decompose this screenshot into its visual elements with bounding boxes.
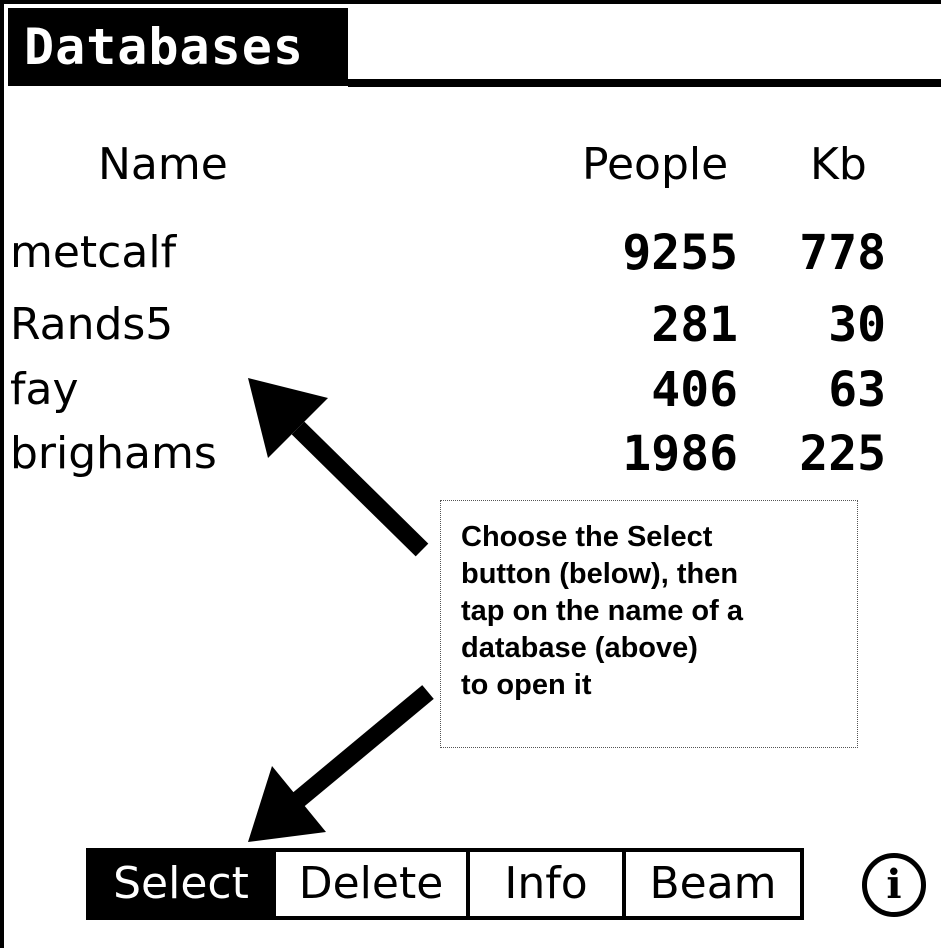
select-button[interactable]: Select <box>86 848 276 920</box>
column-header-name: Name <box>98 139 228 190</box>
database-row[interactable]: fay 406 63 <box>10 362 910 418</box>
database-row[interactable]: Rands5 281 30 <box>10 297 910 353</box>
callout-line: tap on the name of a <box>461 595 743 627</box>
info-button[interactable]: Info <box>466 848 626 920</box>
callout-line: button (below), then <box>461 558 739 590</box>
callout-line: Choose the Select <box>461 521 713 553</box>
database-people-count: 9255 <box>622 225 738 281</box>
delete-button[interactable]: Delete <box>272 848 470 920</box>
database-name[interactable]: fay <box>10 362 79 418</box>
callout-line: database (above) <box>461 632 698 664</box>
database-people-count: 1986 <box>622 426 738 482</box>
button-bar: Select Delete Info Beam <box>86 848 804 920</box>
info-circle-icon[interactable]: i <box>862 853 926 917</box>
database-size-kb: 225 <box>799 426 886 482</box>
title-rule <box>348 79 941 87</box>
database-row[interactable]: brighams 1986 225 <box>10 426 910 482</box>
column-header-people: People <box>582 139 729 190</box>
window-title: Databases <box>8 8 348 86</box>
database-row[interactable]: metcalf 9255 778 <box>10 225 910 281</box>
database-name[interactable]: metcalf <box>10 225 176 281</box>
beam-button[interactable]: Beam <box>622 848 804 920</box>
database-people-count: 406 <box>651 362 738 418</box>
database-name[interactable]: brighams <box>10 426 217 482</box>
callout-line: to open it <box>461 669 592 701</box>
database-people-count: 281 <box>651 297 738 353</box>
database-name[interactable]: Rands5 <box>10 297 173 353</box>
column-header-kb: Kb <box>810 139 867 190</box>
database-size-kb: 63 <box>828 362 886 418</box>
database-size-kb: 30 <box>828 297 886 353</box>
database-size-kb: 778 <box>799 225 886 281</box>
instruction-callout: Choose the Select button (below), then t… <box>440 500 858 748</box>
